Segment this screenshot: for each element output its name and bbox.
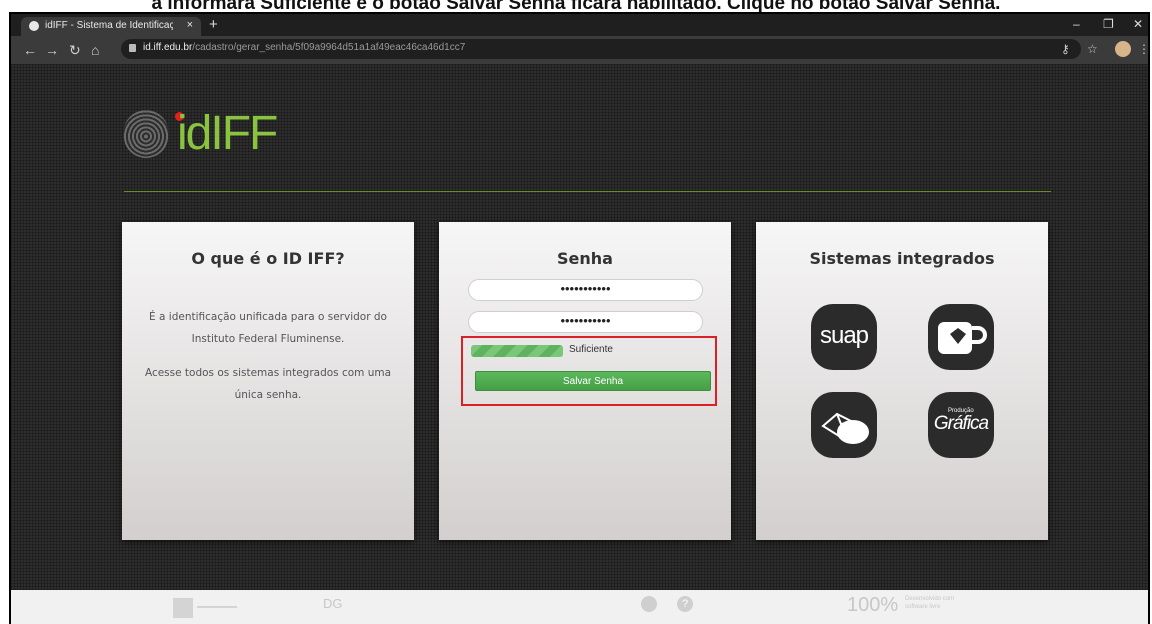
footer-percent: 100%	[847, 594, 899, 616]
restore-icon[interactable]: ❐	[1103, 17, 1114, 31]
footer: DG ? 100% Desenvolvido com software livr…	[11, 590, 1148, 624]
new-tab-button[interactable]: +	[209, 16, 218, 33]
tab-bar: idIFF - Sistema de Identificação Ú × + –…	[11, 14, 1148, 36]
grafica-label: Gráfica	[933, 413, 989, 434]
box-cloud-glyph	[821, 412, 869, 444]
url-host: id.iff.edu.br	[143, 42, 193, 53]
minimize-icon[interactable]: –	[1073, 17, 1080, 31]
about-card: O que é o ID IFF? É a identificação unif…	[122, 222, 414, 540]
save-password-button[interactable]: Salvar Senha	[475, 371, 711, 391]
page-content: idIFF O que é o ID IFF? É a identificaçã…	[11, 64, 1148, 624]
suap-icon[interactable]: suap	[811, 304, 877, 370]
header-divider	[124, 191, 1051, 192]
grafica-icon[interactable]: Produção Gráfica	[928, 392, 994, 458]
idiff-logo: idIFF	[123, 106, 278, 162]
browser-tab[interactable]: idIFF - Sistema de Identificação Ú ×	[21, 17, 201, 36]
home-icon[interactable]: ⌂	[91, 42, 99, 58]
about-paragraph-2: Acesse todos os sistemas integrados com …	[144, 367, 392, 401]
about-title: O que é o ID IFF?	[191, 249, 345, 268]
close-window-icon[interactable]: ✕	[1133, 17, 1143, 31]
highlight-box: Suficiente Salvar Senha	[461, 336, 717, 406]
address-bar-row: ← → ↻ ⌂ id.iff.edu.br/cadastro/gerar_sen…	[11, 36, 1148, 64]
password-strength-label: Suficiente	[569, 344, 613, 355]
mug-glyph	[938, 322, 987, 354]
mug-icon[interactable]	[928, 304, 994, 370]
url-input[interactable]: id.iff.edu.br/cadastro/gerar_senha/5f09a…	[121, 39, 1081, 59]
box-cloud-icon[interactable]	[811, 392, 877, 458]
iff-footer-logo-text	[197, 606, 237, 608]
systems-title: Sistemas integrados	[809, 249, 995, 268]
menu-icon[interactable]: ⋮	[1138, 42, 1148, 56]
star-icon[interactable]: ☆	[1087, 42, 1098, 56]
browser-window: idIFF - Sistema de Identificação Ú × + –…	[9, 12, 1150, 624]
password-card: Senha ••••••••••• ••••••••••• Suficiente…	[439, 222, 731, 540]
suap-label: suap	[819, 322, 869, 349]
systems-card: Sistemas integrados suap Produção Gráfic…	[756, 222, 1048, 540]
password-input[interactable]: •••••••••••	[468, 279, 703, 301]
help-icon[interactable]: ?	[677, 596, 693, 612]
fingerprint-icon	[123, 110, 169, 158]
key-icon[interactable]: ⚷	[1061, 42, 1070, 56]
lock-icon	[129, 44, 136, 52]
favicon-icon	[29, 21, 39, 31]
password-strength-bar	[471, 345, 563, 357]
profile-avatar[interactable]	[1115, 41, 1131, 57]
password-title: Senha	[557, 249, 613, 268]
url-text: id.iff.edu.br/cadastro/gerar_senha/5f09a…	[143, 42, 465, 53]
about-paragraph-1: É a identificação unificada para o servi…	[149, 311, 387, 345]
tab-close-icon[interactable]: ×	[187, 19, 193, 31]
reload-icon[interactable]: ↻	[69, 42, 81, 59]
url-path: /cadastro/gerar_senha/5f09a9964d51a1af49…	[192, 42, 466, 53]
dg-footer-logo: DG	[323, 596, 343, 611]
confirm-password-input[interactable]: •••••••••••	[468, 311, 703, 333]
footer-dev-line1: Desenvolvido com	[905, 596, 955, 602]
back-icon[interactable]: ←	[23, 42, 37, 58]
logo-text: idIFF	[177, 107, 278, 160]
iff-footer-logo-icon	[173, 598, 193, 618]
tab-title: idIFF - Sistema de Identificação Ú	[45, 20, 173, 31]
footer-dev-line2: software livre	[905, 604, 941, 610]
location-icon[interactable]	[641, 596, 657, 612]
forward-icon[interactable]: →	[45, 42, 59, 58]
